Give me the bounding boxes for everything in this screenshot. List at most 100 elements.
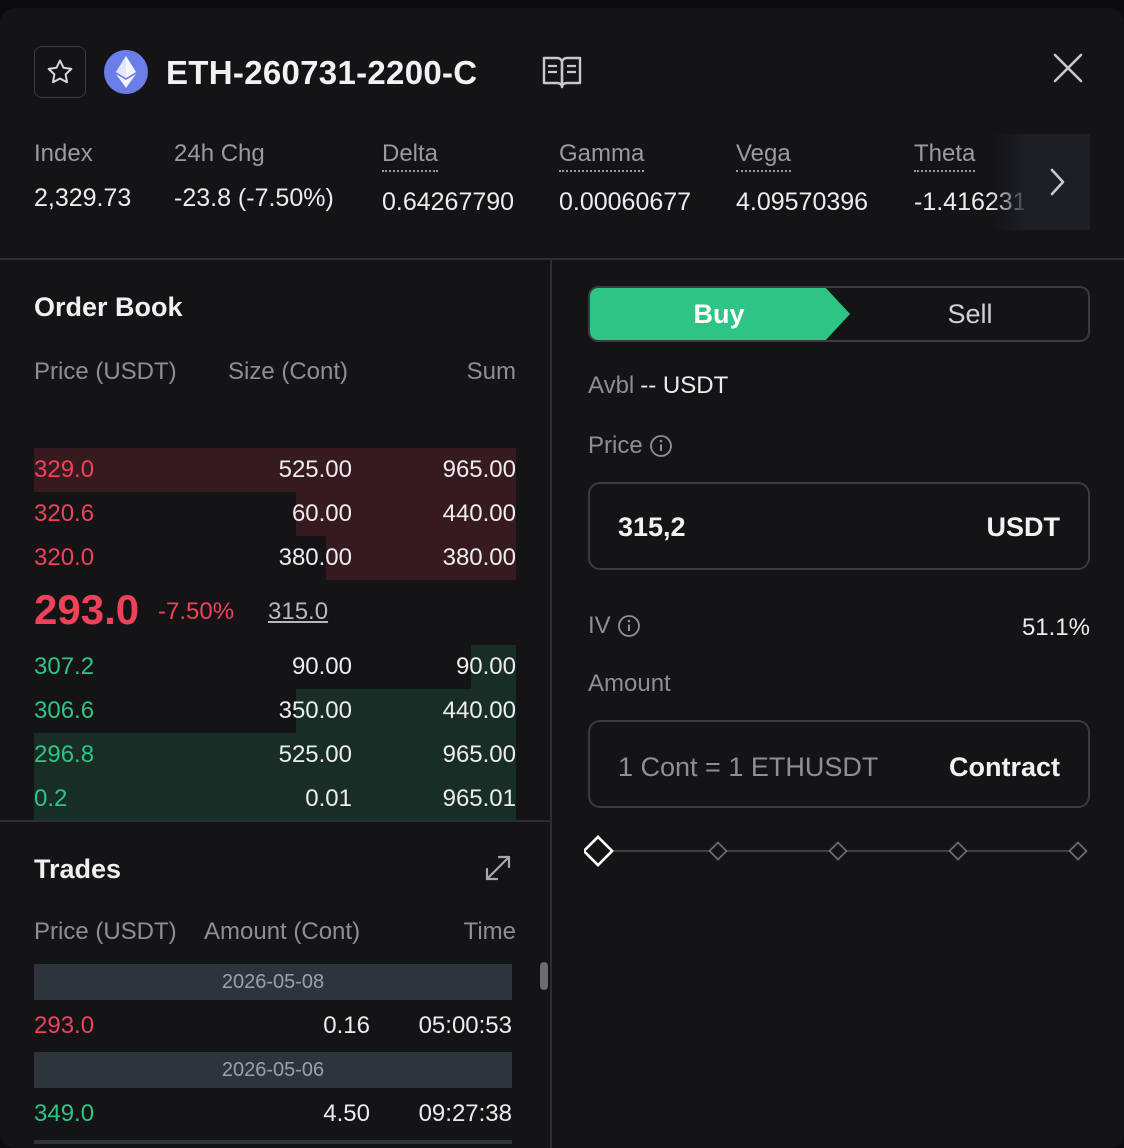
chevron-right-icon	[1050, 168, 1065, 196]
close-icon[interactable]	[1050, 50, 1086, 86]
slider-handle[interactable]	[584, 835, 614, 867]
favorite-button[interactable]	[34, 46, 86, 98]
sell-tab[interactable]: Sell	[850, 288, 1088, 340]
last-price-change: -7.50%	[158, 598, 235, 625]
amount-input[interactable]: 1 Cont = 1 ETHUSDT Contract	[588, 720, 1090, 808]
trade-price: 293.0	[34, 1012, 95, 1039]
price-input-value: 315,2	[618, 512, 686, 542]
option-order-panel: ETH-260731-2200-C Index 2,329.73 24h Chg…	[0, 8, 1124, 1148]
order-book-title: Order Book	[34, 292, 183, 322]
divider	[550, 258, 552, 1148]
trades-title: Trades	[34, 854, 122, 884]
trades-col-time: Time	[463, 918, 516, 945]
book-icon[interactable]	[540, 54, 584, 90]
trade-price: 349.0	[34, 1100, 95, 1127]
ask-row[interactable]: 320.0 380.00 380.00	[34, 536, 516, 580]
price-input[interactable]: 315,2 USDT	[588, 482, 1090, 570]
ask-size: 60.00	[291, 500, 352, 527]
bid-size: 0.01	[305, 785, 352, 812]
stat-value: 4.09570396	[736, 188, 869, 216]
ask-price: 320.0	[34, 544, 95, 571]
bid-size: 525.00	[278, 741, 352, 768]
star-icon	[47, 59, 73, 84]
ask-size: 380.00	[278, 544, 352, 571]
slider-step-75[interactable]	[948, 841, 968, 861]
instrument-title: ETH-260731-2200-C	[166, 54, 478, 91]
trades-col-price: Price (USDT)	[34, 918, 177, 945]
avbl-value: -- USDT	[640, 372, 729, 399]
bid-size: 90.00	[291, 653, 352, 680]
stat-label: Gamma	[559, 140, 645, 172]
stat-value: 0.64267790	[382, 188, 515, 216]
price-label-row: Price	[588, 432, 673, 460]
trades-scrollbar[interactable]	[540, 962, 548, 990]
ask-row[interactable]: 320.6 60.00 440.00	[34, 492, 516, 536]
bid-price: 307.2	[34, 653, 95, 680]
bid-price: 0.2	[34, 785, 68, 812]
available-balance: Avbl -- USDT	[588, 372, 728, 400]
buy-tab-label: Buy	[693, 299, 745, 329]
buy-sell-toggle: Buy Sell	[588, 286, 1090, 342]
trade-time: 09:27:38	[418, 1100, 512, 1127]
stats-scroll-right-button[interactable]	[1024, 134, 1090, 230]
ask-sum: 380.00	[442, 544, 516, 571]
trade-row: 293.0 0.16 05:00:53	[34, 1006, 512, 1046]
bid-price: 296.8	[34, 741, 95, 768]
stat-gamma[interactable]: Gamma 0.00060677	[559, 140, 691, 217]
avbl-label: Avbl	[588, 372, 635, 399]
stat-label: 24h Chg	[174, 140, 265, 167]
trade-date-header: 2026-05-06	[34, 1052, 512, 1088]
stat-index: Index 2,329.73	[34, 140, 131, 213]
amount-slider[interactable]	[584, 834, 1094, 868]
price-label: Price	[588, 432, 643, 459]
bid-sum: 965.01	[442, 785, 516, 812]
ob-col-sum: Sum	[466, 358, 516, 385]
trade-row: 349.0 4.50 09:27:38	[34, 1094, 512, 1134]
stat-label: Theta	[914, 140, 976, 172]
stat-vega[interactable]: Vega 4.09570396	[736, 140, 868, 217]
ask-row[interactable]: 329.0 525.00 965.00	[34, 448, 516, 492]
expand-icon[interactable]	[482, 852, 514, 884]
stat-value: 2,329.73	[34, 184, 132, 212]
iv-label: IV	[588, 612, 611, 639]
bid-row[interactable]: 0.2 0.01 965.01	[34, 777, 516, 821]
ask-sum: 440.00	[442, 500, 516, 527]
instrument-header: ETH-260731-2200-C Index 2,329.73 24h Chg…	[0, 8, 1124, 258]
trade-amount: 4.50	[323, 1100, 370, 1127]
ob-col-price: Price (USDT)	[34, 358, 177, 385]
info-icon[interactable]	[649, 434, 673, 458]
trade-date-header: 2026-05-08	[34, 964, 512, 1000]
price-unit: USDT	[986, 512, 1061, 542]
stat-label: Index	[34, 140, 93, 167]
buy-tab[interactable]: Buy	[590, 288, 850, 340]
amount-placeholder: 1 Cont = 1 ETHUSDT	[618, 752, 879, 782]
divider	[0, 820, 550, 822]
bid-row[interactable]: 296.8 525.00 965.00	[34, 733, 516, 777]
ask-price: 320.6	[34, 500, 95, 527]
bid-row[interactable]: 307.2 90.00 90.00	[34, 645, 516, 689]
ob-col-size: Size (Cont)	[228, 358, 349, 385]
stat-label: Vega	[736, 140, 791, 172]
bid-row[interactable]: 306.6 350.00 440.00	[34, 689, 516, 733]
ask-sum: 965.00	[442, 456, 516, 483]
stat-24h-change: 24h Chg -23.8 (-7.50%)	[174, 140, 334, 213]
stat-value: -23.8 (-7.50%)	[174, 184, 334, 212]
last-price: 293.0	[34, 586, 140, 633]
ask-size: 525.00	[278, 456, 352, 483]
slider-step-100[interactable]	[1068, 841, 1088, 861]
bid-size: 350.00	[278, 697, 352, 724]
bid-price: 306.6	[34, 697, 95, 724]
bid-sum: 440.00	[442, 697, 516, 724]
iv-value: 51.1%	[1021, 614, 1090, 641]
trade-amount: 0.16	[323, 1012, 370, 1039]
trade-time: 05:00:53	[418, 1012, 512, 1039]
trades-col-amount: Amount (Cont)	[204, 918, 361, 945]
mark-price[interactable]: 315.0	[268, 598, 328, 626]
ask-price: 329.0	[34, 456, 95, 483]
slider-step-50[interactable]	[828, 841, 848, 861]
info-icon[interactable]	[617, 614, 641, 638]
slider-step-25[interactable]	[708, 841, 728, 861]
stat-delta[interactable]: Delta 0.64267790	[382, 140, 514, 217]
iv-label-row: IV	[588, 612, 641, 640]
bid-sum: 965.00	[442, 741, 516, 768]
